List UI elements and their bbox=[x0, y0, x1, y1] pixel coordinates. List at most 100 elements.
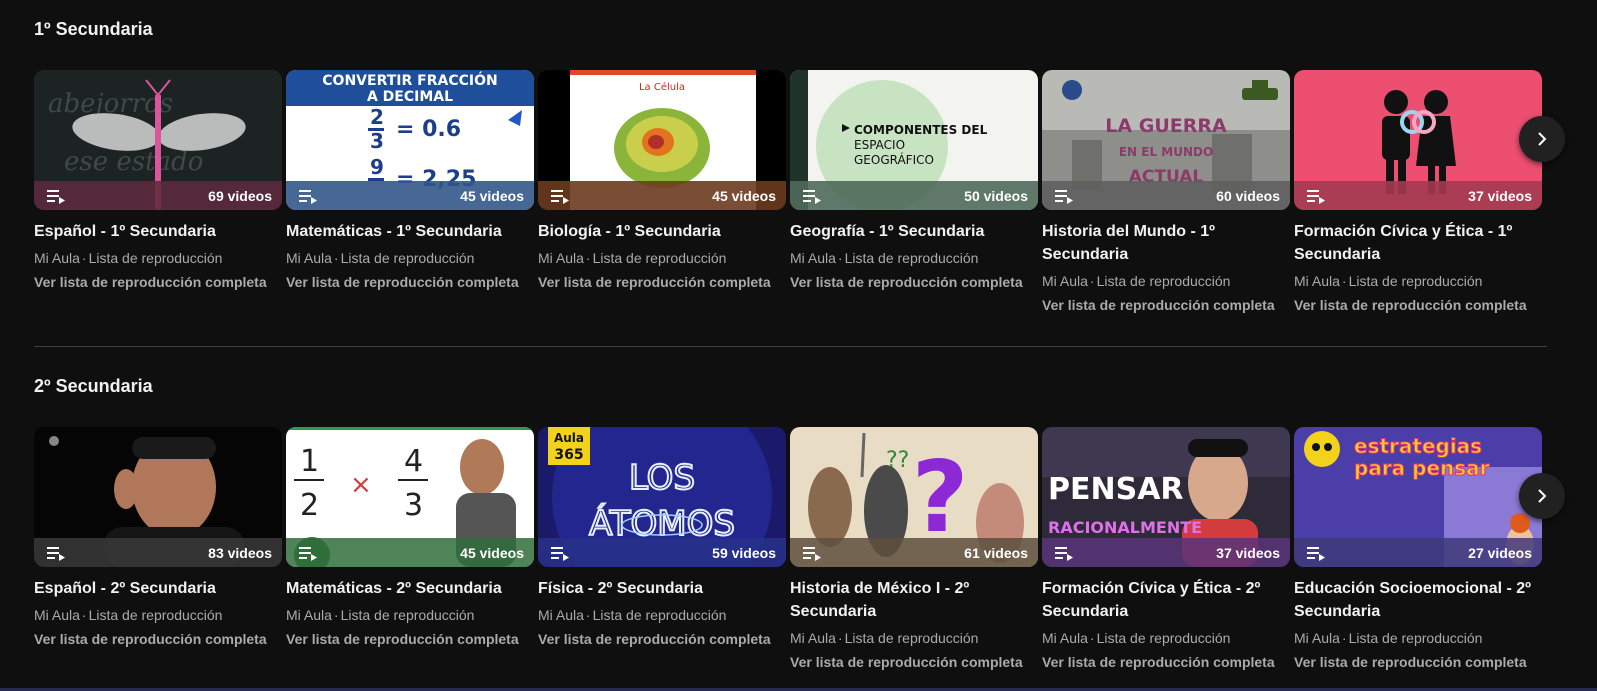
channel-name[interactable]: Mi Aula bbox=[1294, 630, 1340, 646]
playlist-card: abejorros ese estado 69 videos Español -… bbox=[34, 70, 282, 291]
view-full-playlist-link[interactable]: Ver lista de reproducción completa bbox=[790, 274, 1038, 291]
channel-name[interactable]: Mi Aula bbox=[286, 607, 332, 623]
shelf-2-secundaria: 2º Secundaria 83 videos Español - 2º Sec… bbox=[34, 375, 1547, 685]
playlist-thumbnail[interactable]: 37 videos bbox=[1294, 70, 1542, 210]
view-full-playlist-link[interactable]: Ver lista de reproducción completa bbox=[34, 274, 282, 291]
svg-text:??: ?? bbox=[886, 448, 909, 473]
playlist-title[interactable]: Español - 2º Secundaria bbox=[34, 577, 282, 600]
video-count: 61 videos bbox=[964, 544, 1028, 561]
channel-name[interactable]: Mi Aula bbox=[538, 607, 584, 623]
video-count: 50 videos bbox=[964, 187, 1028, 204]
playlist-title[interactable]: Matemáticas - 2º Secundaria bbox=[286, 577, 534, 600]
svg-text:ese estado: ese estado bbox=[64, 147, 203, 177]
playlist-overlay: 45 videos bbox=[286, 181, 534, 210]
playlist-type: Lista de reproducción bbox=[340, 250, 475, 266]
video-count: 37 videos bbox=[1216, 544, 1280, 561]
view-full-playlist-link[interactable]: Ver lista de reproducción completa bbox=[1042, 297, 1290, 314]
view-full-playlist-link[interactable]: Ver lista de reproducción completa bbox=[538, 631, 786, 648]
playlist-thumbnail[interactable]: estrategias para pensar 27 videos bbox=[1294, 427, 1542, 567]
view-full-playlist-link[interactable]: Ver lista de reproducción completa bbox=[1294, 654, 1542, 671]
shelf-row: 83 videos Español - 2º Secundaria Mi Aul… bbox=[34, 427, 1547, 687]
playlist-title[interactable]: Formación Cívica y Ética - 1º Secundaria bbox=[1294, 220, 1542, 266]
playlist-overlay: 37 videos bbox=[1294, 181, 1542, 210]
playlist-thumbnail[interactable]: 1 2 × 4 3 45 videos bbox=[286, 427, 534, 567]
playlist-overlay: 45 videos bbox=[286, 538, 534, 567]
playlist-meta: Mi Aula · Lista de reproducción bbox=[286, 607, 475, 623]
playlist-thumbnail[interactable]: PENSAR RACIONALMENTE 37 videos bbox=[1042, 427, 1290, 567]
playlist-icon bbox=[551, 189, 569, 204]
video-count: 60 videos bbox=[1216, 187, 1280, 204]
view-full-playlist-link[interactable]: Ver lista de reproducción completa bbox=[1294, 297, 1542, 314]
playlist-thumbnail[interactable]: ? ?? 61 videos bbox=[790, 427, 1038, 567]
playlist-card: CONVERTIR FRACCIÓN A DECIMAL 2 3 = 0.6 9… bbox=[286, 70, 534, 291]
playlist-title[interactable]: Español - 1º Secundaria bbox=[34, 220, 282, 243]
thumbnail-caption: CONVERTIR FRACCIÓN bbox=[322, 71, 497, 89]
playlist-thumbnail[interactable]: La Célula 45 videos bbox=[538, 70, 786, 210]
playlist-thumbnail[interactable]: Aula 365 LOS ÁTOMOS 59 videos bbox=[538, 427, 786, 567]
svg-text:365: 365 bbox=[554, 447, 583, 463]
shelf-next-button[interactable] bbox=[1519, 473, 1565, 519]
playlist-overlay: 50 videos bbox=[790, 181, 1038, 210]
playlist-title[interactable]: Historia de México I - 2º Secundaria bbox=[790, 577, 1038, 623]
playlist-card: PENSAR RACIONALMENTE 37 videos Formación… bbox=[1042, 427, 1290, 671]
channel-name[interactable]: Mi Aula bbox=[790, 250, 836, 266]
channel-name[interactable]: Mi Aula bbox=[538, 250, 584, 266]
channel-name[interactable]: Mi Aula bbox=[1042, 630, 1088, 646]
channel-name[interactable]: Mi Aula bbox=[1294, 273, 1340, 289]
channel-name[interactable]: Mi Aula bbox=[1042, 273, 1088, 289]
playlist-overlay: 27 videos bbox=[1294, 538, 1542, 567]
svg-text:2: 2 bbox=[300, 488, 319, 523]
playlist-title[interactable]: Historia del Mundo - 1º Secundaria bbox=[1042, 220, 1290, 266]
channel-name[interactable]: Mi Aula bbox=[34, 607, 80, 623]
playlist-meta: Mi Aula · Lista de reproducción bbox=[1042, 273, 1231, 289]
svg-text:RACIONALMENTE: RACIONALMENTE bbox=[1048, 518, 1202, 537]
playlist-title[interactable]: Formación Cívica y Ética - 2º Secundaria bbox=[1042, 577, 1290, 623]
playlist-meta: Mi Aula · Lista de reproducción bbox=[1294, 630, 1483, 646]
playlist-overlay: 69 videos bbox=[34, 181, 282, 210]
shelf-divider bbox=[34, 346, 1547, 347]
playlist-thumbnail[interactable]: COMPONENTES DEL ESPACIO GEOGRÁFICO 50 vi… bbox=[790, 70, 1038, 210]
playlist-title[interactable]: Física - 2º Secundaria bbox=[538, 577, 786, 600]
playlist-thumbnail[interactable]: abejorros ese estado 69 videos bbox=[34, 70, 282, 210]
chevron-right-icon bbox=[1538, 489, 1547, 503]
playlist-overlay: 83 videos bbox=[34, 538, 282, 567]
playlist-title[interactable]: Educación Socioemocional - 2º Secundaria bbox=[1294, 577, 1542, 623]
svg-text:3: 3 bbox=[370, 129, 384, 153]
video-count: 69 videos bbox=[208, 187, 272, 204]
channel-name[interactable]: Mi Aula bbox=[34, 250, 80, 266]
playlist-title[interactable]: Matemáticas - 1º Secundaria bbox=[286, 220, 534, 243]
playlist-type: Lista de reproducción bbox=[1348, 273, 1483, 289]
svg-text:ESPACIO: ESPACIO bbox=[854, 138, 905, 152]
playlist-overlay: 61 videos bbox=[790, 538, 1038, 567]
view-full-playlist-link[interactable]: Ver lista de reproducción completa bbox=[1042, 654, 1290, 671]
playlist-title[interactable]: Geografía - 1º Secundaria bbox=[790, 220, 1038, 243]
playlist-thumbnail[interactable]: CONVERTIR FRACCIÓN A DECIMAL 2 3 = 0.6 9… bbox=[286, 70, 534, 210]
video-count: 45 videos bbox=[460, 544, 524, 561]
video-count: 27 videos bbox=[1468, 544, 1532, 561]
svg-text:GEOGRÁFICO: GEOGRÁFICO bbox=[854, 152, 934, 167]
view-full-playlist-link[interactable]: Ver lista de reproducción completa bbox=[286, 274, 534, 291]
playlist-thumbnail[interactable]: LA GUERRA EN EL MUNDO ACTUAL 60 videos bbox=[1042, 70, 1290, 210]
playlist-card: 1 2 × 4 3 45 videos Matemáticas - 2º Sec… bbox=[286, 427, 534, 648]
channel-name[interactable]: Mi Aula bbox=[286, 250, 332, 266]
playlist-icon bbox=[299, 546, 317, 561]
svg-text:para pensar: para pensar bbox=[1354, 456, 1490, 480]
shelf-next-button[interactable] bbox=[1519, 116, 1565, 162]
view-full-playlist-link[interactable]: Ver lista de reproducción completa bbox=[34, 631, 282, 648]
playlist-icon bbox=[1307, 189, 1325, 204]
svg-text:4: 4 bbox=[404, 444, 423, 479]
video-count: 45 videos bbox=[460, 187, 524, 204]
svg-text:1: 1 bbox=[300, 444, 319, 479]
view-full-playlist-link[interactable]: Ver lista de reproducción completa bbox=[286, 631, 534, 648]
playlist-icon bbox=[1055, 189, 1073, 204]
view-full-playlist-link[interactable]: Ver lista de reproducción completa bbox=[790, 654, 1038, 671]
playlist-thumbnail[interactable]: 83 videos bbox=[34, 427, 282, 567]
playlist-icon bbox=[551, 546, 569, 561]
playlist-type: Lista de reproducción bbox=[844, 630, 979, 646]
playlist-title[interactable]: Biología - 1º Secundaria bbox=[538, 220, 786, 243]
view-full-playlist-link[interactable]: Ver lista de reproducción completa bbox=[538, 274, 786, 291]
channel-name[interactable]: Mi Aula bbox=[790, 630, 836, 646]
playlist-icon bbox=[47, 546, 65, 561]
playlist-card: ? ?? 61 videos Historia de México I - 2º… bbox=[790, 427, 1038, 671]
playlist-type: Lista de reproducción bbox=[88, 607, 223, 623]
